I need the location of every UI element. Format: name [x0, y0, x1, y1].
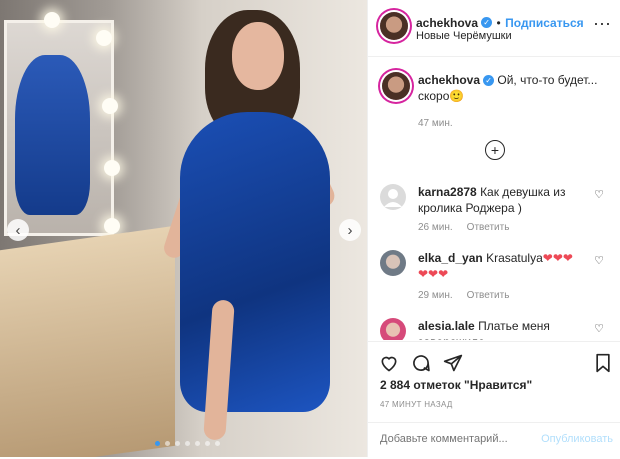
comment-time: 26 мин.: [418, 222, 453, 233]
plus-circle-icon: +: [490, 142, 500, 158]
verified-icon: ✓: [483, 75, 495, 87]
commenter-username[interactable]: elka_d_yan: [418, 251, 483, 265]
caption-time: 47 мин.: [418, 118, 453, 129]
save-button[interactable]: [592, 352, 614, 374]
heart-outline-icon: ♡: [594, 323, 604, 335]
share-button[interactable]: [442, 352, 464, 374]
commenter-username[interactable]: alesia.lale: [418, 319, 475, 333]
mirror-reflection: [15, 55, 90, 215]
comment: alesia.lale Платье меня заворожило ♡: [380, 318, 612, 340]
carousel-dot[interactable]: [175, 441, 180, 446]
reply-button[interactable]: Ответить: [467, 222, 510, 233]
mirror-bulb: [102, 98, 118, 114]
like-comment-button[interactable]: ♡: [594, 254, 604, 267]
post-photo[interactable]: ‹ ›: [0, 0, 367, 457]
carousel-dot[interactable]: [185, 441, 190, 446]
post-details-pane: achekhova ✓ • Подписаться Новые Черёмушки…: [367, 0, 620, 457]
comment-meta: 29 мин. Ответить: [418, 290, 509, 301]
heart-icon: [381, 356, 397, 372]
comment-meta: 26 мин. Ответить: [418, 222, 509, 233]
comment-hearts-line2: ❤❤❤: [418, 267, 449, 281]
caption-emoji: 🙂: [449, 89, 465, 103]
comment-body: karna2878 Как девушка из кролика Роджера…: [418, 184, 588, 216]
mirror-bulb: [96, 30, 112, 46]
like-comment-button[interactable]: ♡: [594, 188, 604, 201]
caption-text-block: achekhova ✓ Ой, что-то будет... скоро🙂 47…: [418, 72, 608, 132]
next-slide-button[interactable]: ›: [339, 219, 361, 241]
likes-count[interactable]: 2 884 отметок "Нравится": [380, 378, 532, 392]
mirror-bulb: [104, 218, 120, 234]
author-avatar[interactable]: [380, 12, 408, 40]
like-comment-button[interactable]: ♡: [594, 322, 604, 335]
carousel-dot[interactable]: [215, 441, 220, 446]
comment-text: Krasatulya: [486, 251, 543, 265]
post-actions: 2 884 отметок "Нравится" 47 МИНУТ НАЗАД …: [368, 341, 620, 458]
chevron-right-icon: ›: [347, 221, 353, 239]
mirror-bulb: [44, 12, 60, 28]
prev-slide-button[interactable]: ‹: [7, 219, 29, 241]
post-timestamp: 47 МИНУТ НАЗАД: [380, 400, 453, 409]
carousel-dot[interactable]: [155, 441, 160, 446]
bookmark-icon: [596, 353, 610, 373]
follow-button[interactable]: Подписаться: [505, 16, 583, 30]
makeup-table: [0, 225, 175, 457]
author-username[interactable]: achekhova: [416, 16, 478, 30]
separator-dot: •: [496, 16, 501, 30]
carousel-dot[interactable]: [195, 441, 200, 446]
default-avatar-icon: [384, 189, 402, 207]
add-comment-bar: Опубликовать: [368, 422, 620, 459]
comment-button[interactable]: [410, 352, 432, 374]
location-link[interactable]: Новые Черёмушки: [416, 30, 512, 42]
heart-outline-icon: ♡: [594, 189, 604, 201]
like-button[interactable]: [378, 352, 400, 374]
commenter-avatar[interactable]: [380, 184, 406, 210]
commenter-username[interactable]: karna2878: [418, 185, 477, 199]
heart-outline-icon: ♡: [594, 255, 604, 267]
reply-button[interactable]: Ответить: [467, 290, 510, 301]
caption-username[interactable]: achekhova: [418, 73, 480, 87]
load-more-comments-button[interactable]: +: [485, 140, 505, 160]
mirror-bulb: [104, 160, 120, 176]
more-options-button[interactable]: ···: [593, 14, 611, 32]
comment-body: alesia.lale Платье меня заворожило: [418, 318, 588, 340]
chevron-left-icon: ‹: [15, 221, 21, 239]
comment-input[interactable]: [380, 433, 530, 445]
share-icon: [443, 354, 463, 372]
commenter-avatar[interactable]: [380, 250, 406, 276]
instagram-post: ‹ › achekhova ✓ • Подписаться Новые Черём…: [0, 0, 620, 457]
carousel-dot[interactable]: [205, 441, 210, 446]
blue-dress: [180, 112, 330, 412]
face: [232, 22, 284, 90]
publish-button[interactable]: Опубликовать: [541, 433, 613, 445]
comment-icon: [413, 355, 430, 372]
commenter-avatar[interactable]: [380, 318, 406, 340]
comment-body: elka_d_yan Krasatulya❤❤❤ ❤❤❤: [418, 250, 588, 282]
carousel-dot[interactable]: [165, 441, 170, 446]
carousel-dots: [155, 441, 220, 446]
verified-icon: ✓: [481, 17, 493, 29]
comment-time: 29 мин.: [418, 290, 453, 301]
post-header: achekhova ✓ • Подписаться Новые Черёмушки…: [368, 0, 620, 57]
comment-hearts: ❤❤❤: [542, 251, 573, 265]
more-icon: ···: [593, 13, 611, 33]
caption-avatar[interactable]: [382, 72, 410, 100]
